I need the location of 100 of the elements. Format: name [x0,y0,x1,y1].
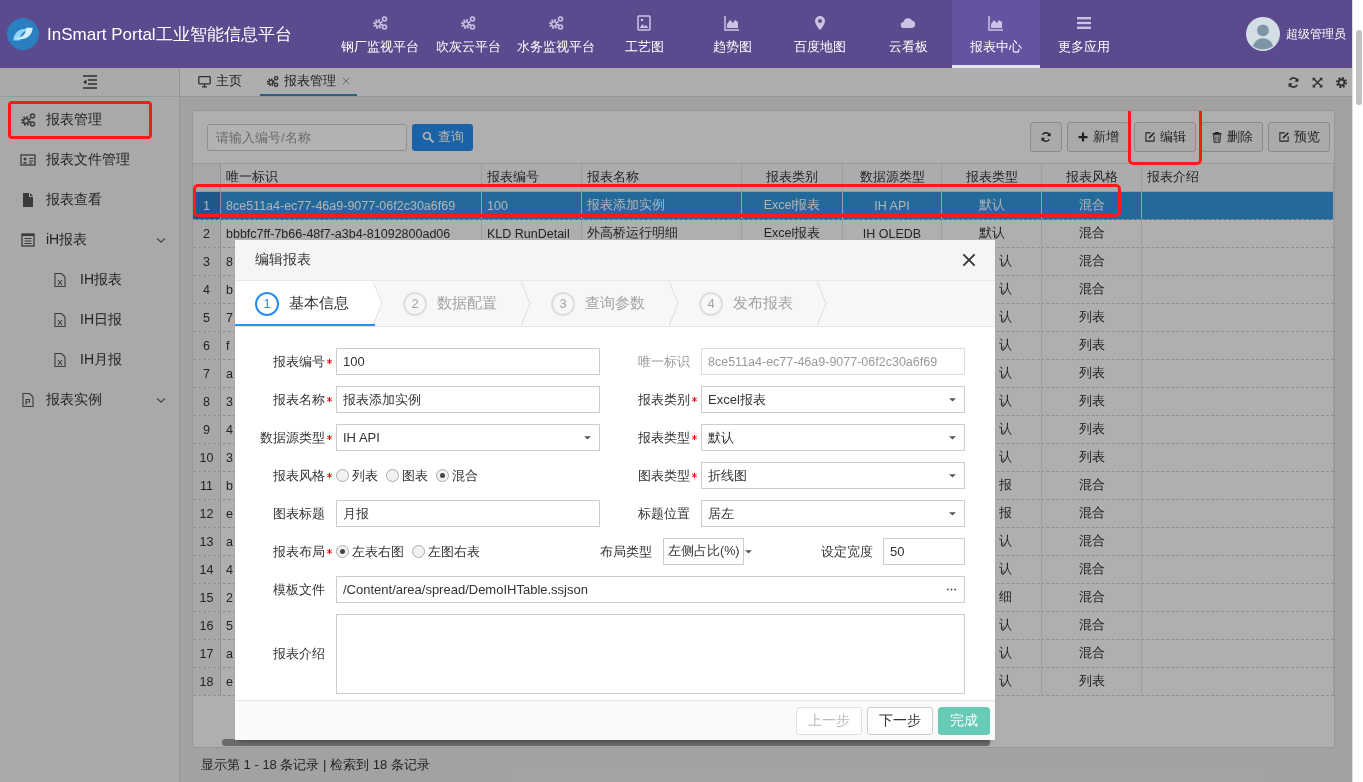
row-number: 10 [193,444,221,471]
sidebar-item[interactable]: IH日报 [0,300,179,340]
row-number: 4 [193,276,221,303]
tab[interactable]: 报表管理 [260,68,357,96]
nav-item[interactable]: 趋势图 [688,0,776,68]
refresh-button[interactable] [1030,122,1062,152]
table-cell: 默认 [942,192,1042,219]
table-cell: 混合 [1042,584,1142,611]
close-icon[interactable] [960,251,978,269]
column-header: 报表介绍 [1142,164,1334,191]
toolbar-button[interactable]: 删除 [1201,122,1263,152]
column-header: 报表类型 [942,164,1042,191]
wizard-step[interactable]: 1 基本信息 [235,281,383,326]
gears-icon [372,14,388,31]
sidebar-item[interactable]: 报表文件管理 [0,140,179,180]
table-cell: 混合 [1042,248,1142,275]
table-cell: 100 [482,192,582,219]
column-header: 报表风格 [1042,164,1142,191]
gears-icon [460,14,476,31]
table-cell: 列表 [1042,416,1142,443]
row-number: 6 [193,332,221,359]
gears-icon [548,14,564,31]
row-number: 14 [193,556,221,583]
column-header: 数据源类型 [843,164,942,191]
refresh-icon[interactable] [1287,75,1300,89]
dropdown[interactable]: Excel报表 [701,386,965,413]
search-field[interactable]: 请输入编号/名称 [207,123,407,151]
table-cell: 混合 [1042,220,1142,247]
nav-item[interactable]: 吹灰云平台 [424,0,512,68]
field-label: 布局类型 [600,542,652,561]
sidebar-item[interactable]: iH报表 [0,220,179,260]
trash-icon [1211,131,1223,143]
avatar-icon[interactable] [1246,17,1280,51]
table-cell: IH API [843,192,942,219]
dialog-button[interactable]: 下一步 [867,706,933,735]
field-label: 报表介绍 [273,645,325,663]
id-card-icon [20,152,36,168]
row-number: 7 [193,360,221,387]
nav-item[interactable]: 百度地图 [776,0,864,68]
sidebar-item[interactable]: 报表实例 [0,380,179,420]
document-icon [20,192,36,208]
spreadsheet-file-icon [52,312,68,328]
text-field[interactable]: 100 [336,348,600,375]
column-header: 唯一标识 [221,164,482,191]
refresh-icon [1040,131,1052,143]
nav-item[interactable]: 更多应用 [1040,0,1128,68]
file-path-field[interactable]: /Content/area/spread/DemoIHTable.ssjson [336,576,965,603]
settings-icon[interactable] [1335,75,1348,89]
image-icon [636,14,652,31]
nav-item[interactable]: 钢厂监视平台 [336,0,424,68]
dropdown[interactable]: 默认 [701,424,965,451]
sidebar-item[interactable]: 报表查看 [0,180,179,220]
toolbar-button[interactable]: 新增 [1067,122,1129,152]
column-header: 报表类别 [742,164,843,191]
collapse-menu-icon[interactable] [81,74,98,90]
step-number: 2 [403,291,427,316]
status-text: 显示第 1 - 18 条记录 | 检索到 18 条记录 [201,756,430,774]
step-number: 4 [699,291,723,316]
text-field[interactable]: 报表添加实例 [336,386,600,413]
row-number: 9 [193,416,221,443]
dropdown[interactable]: 折线图 [701,462,965,489]
sidebar-item[interactable]: 报表管理 [0,100,179,140]
nav-item[interactable]: 水务监视平台 [512,0,600,68]
toolbar-button[interactable]: 编辑 [1134,122,1196,152]
field-label: 报表类别 [638,390,690,409]
field-label: 设定宽度 [821,542,873,561]
scrollbar[interactable] [1356,30,1362,105]
nav-item[interactable]: 报表中心 [952,0,1040,68]
spreadsheet-file-icon [52,272,68,288]
field-label: 报表名称 [273,390,325,409]
area-chart-icon [724,14,740,31]
sidebar-item[interactable]: IH月报 [0,340,179,380]
text-field[interactable]: 月报 [336,500,600,527]
tab[interactable]: 主页 [192,68,248,96]
gears-icon [20,112,36,128]
table-cell: 列表 [1042,304,1142,331]
area-chart-icon [988,14,1004,31]
field-label: 唯一标识 [638,352,690,371]
search-icon [421,131,434,143]
sidebar-item[interactable]: IH报表 [0,260,179,300]
table-cell: 8ce511a4-ec77-46a9-9077-06f2c30a6f69 [221,192,482,219]
user-name[interactable]: 超级管理员 [1286,25,1346,43]
table-cell: 列表 [1042,444,1142,471]
logo-icon [6,17,40,51]
menu-icon [1076,14,1092,31]
row-number: 18 [193,668,221,695]
nav-item[interactable]: 工艺图 [600,0,688,68]
column-header: 报表编号 [482,164,582,191]
nav-item[interactable]: 云看板 [864,0,952,68]
table-cell: 混合 [1042,556,1142,583]
row-number: 11 [193,472,221,499]
dropdown[interactable]: IH API [336,424,600,451]
row-number: 15 [193,584,221,611]
row-number: 13 [193,528,221,555]
spreadsheet-file-icon [52,352,68,368]
field-label: 标题位置 [638,504,690,523]
toolbar-button[interactable]: 预览 [1268,122,1330,152]
text-field[interactable]: 50 [883,538,965,565]
dropdown[interactable]: 居左 [701,500,965,527]
plus-icon [1077,131,1089,143]
